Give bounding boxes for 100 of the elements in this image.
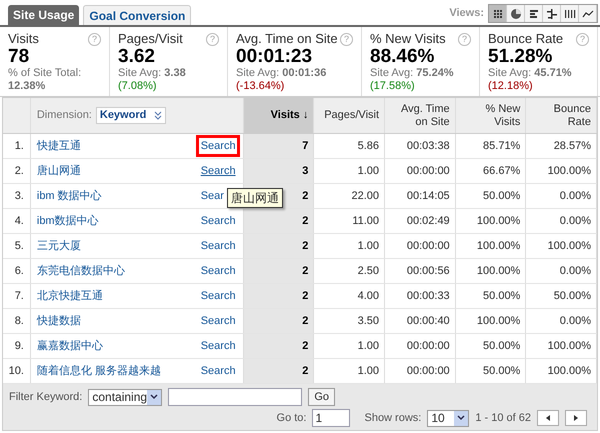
keyword-link[interactable]: 北京快捷互通	[36, 288, 103, 304]
left-triangle-icon	[546, 415, 550, 421]
row-number: 5.	[3, 234, 31, 258]
table-cell: 50.00%	[526, 284, 597, 308]
metric-average: Site Avg: 75.24%	[370, 67, 455, 80]
table-cell: 00:00:00	[385, 359, 456, 383]
table-cell: 2	[244, 284, 314, 308]
search-link[interactable]: Search	[198, 138, 237, 154]
view-button[interactable]	[543, 5, 561, 22]
view-button[interactable]	[525, 5, 543, 22]
table-cell: 0.00%	[526, 209, 597, 233]
keyword-link[interactable]: 唐山网通	[36, 162, 81, 180]
table-cell: 1.00	[314, 234, 386, 258]
view-button[interactable]	[507, 5, 525, 22]
table-cell: 00:02:49	[385, 209, 456, 233]
rows-select[interactable]: 10	[427, 410, 470, 426]
metric-value: 88.46%	[370, 47, 436, 67]
table-cell: 50.00%	[456, 334, 526, 358]
tooltip: 唐山网通	[227, 188, 283, 208]
metric-average: Site Avg: 00:01:36	[236, 67, 328, 80]
table-cell: 1.00	[314, 334, 386, 358]
column-header[interactable]: Pages/Visit	[314, 98, 386, 133]
column-header[interactable]: % New Visits	[456, 98, 526, 133]
search-link[interactable]: Search	[198, 212, 237, 230]
search-link[interactable]: Search	[198, 288, 237, 304]
table-cell: 11.00	[314, 209, 386, 233]
keyword-link[interactable]: 三元大厦	[36, 238, 81, 254]
filter-input[interactable]	[168, 388, 302, 406]
table-cell: 00:14:05	[385, 184, 456, 208]
row-number: 8.	[3, 309, 31, 333]
table-cell: 00:00:40	[385, 309, 456, 333]
table-cell: 100.00%	[456, 259, 526, 283]
table-cell: 2	[244, 259, 314, 283]
line-chart-icon	[582, 8, 594, 20]
bar-chart-icon	[528, 8, 540, 20]
metric-change: (12.18%)	[488, 80, 534, 93]
row-number: 4.	[3, 209, 31, 233]
keyword-link[interactable]: ibm 数据中心	[36, 188, 102, 204]
table-cell: 2	[244, 359, 314, 383]
metric-value: 78	[8, 47, 30, 67]
search-link[interactable]: Search	[198, 262, 237, 280]
previous-page-button[interactable]	[537, 410, 559, 426]
table-cell: 00:00:33	[385, 284, 456, 308]
table-cell: 00:00:00	[385, 334, 456, 358]
table-cell: 5.86	[314, 134, 386, 158]
search-link[interactable]: Search	[198, 312, 237, 330]
table-cell: 00:03:38	[385, 134, 456, 158]
column-header[interactable]: Visits ↓	[244, 98, 314, 133]
filter-mode-select[interactable]: containing	[88, 388, 162, 406]
row-number: 2.	[3, 159, 31, 183]
table-cell: 2	[244, 209, 314, 233]
table-cell: 0.00%	[526, 184, 597, 208]
keyword-link[interactable]: ibm数据中心	[36, 212, 99, 230]
keyword-link[interactable]: 随着信息化 服务器越来越	[36, 362, 161, 380]
keyword-link[interactable]: 快捷数据	[36, 312, 81, 330]
tab[interactable]: Goal Conversion	[83, 5, 192, 25]
keyword-link[interactable]: 东莞电信数据中心	[36, 262, 125, 280]
search-link[interactable]: Search	[198, 238, 237, 254]
view-button[interactable]	[579, 5, 597, 22]
tab[interactable]: Site Usage	[8, 5, 80, 25]
table-cell: 0.00%	[526, 309, 597, 333]
table-cell: 100.00%	[526, 234, 597, 258]
go-button[interactable]: Go	[308, 388, 336, 406]
table-cell: 66.67%	[456, 159, 526, 183]
metric-change: (7.08%)	[118, 80, 158, 93]
metric-label: Avg. Time on Site	[236, 31, 338, 47]
table-cell: 2	[244, 309, 314, 333]
right-triangle-icon	[574, 415, 578, 421]
table-cell: 0.00%	[526, 259, 597, 283]
keyword-link[interactable]: 赢嘉数据中心	[36, 338, 103, 354]
search-link[interactable]: Search	[198, 362, 237, 380]
column-header[interactable]: Avg. Time on Site	[385, 98, 456, 133]
keyword-link[interactable]: 快捷互通	[36, 138, 81, 154]
search-link[interactable]: Search	[198, 162, 237, 180]
metric-value: 51.28%	[488, 47, 554, 67]
table-cell: 100.00%	[526, 159, 597, 183]
table-cell: 100.00%	[456, 234, 526, 258]
table-cell: 28.57%	[526, 134, 597, 158]
metric-average: Site Avg: 45.71%	[488, 67, 573, 80]
column-header[interactable]: Bounce Rate	[526, 98, 597, 133]
table-cell: 00:00:56	[385, 259, 456, 283]
show-rows-label: Show rows:	[364, 410, 422, 426]
dimension-label: Dimension:	[36, 108, 92, 124]
goto-input[interactable]: 1	[312, 409, 350, 427]
row-number: 3.	[3, 184, 31, 208]
grid-icon	[492, 8, 504, 20]
search-link[interactable]: Search	[198, 338, 237, 354]
table-cell: 100.00%	[456, 209, 526, 233]
metric-label: Pages/Visit	[118, 31, 183, 47]
dimension-dropdown[interactable]: Keyword	[96, 107, 166, 124]
table-cell: 100.00%	[526, 334, 597, 358]
metric-label: % New Visits	[370, 31, 446, 47]
next-page-button[interactable]	[565, 410, 587, 426]
table-cell: 00:00:00	[385, 159, 456, 183]
table-cell: 1.00	[314, 359, 386, 383]
table-cell: 2	[244, 334, 314, 358]
view-button[interactable]	[561, 5, 579, 22]
view-button[interactable]	[489, 5, 507, 22]
chevron-icon	[154, 111, 162, 120]
metric-average: % of Site Total:	[8, 67, 82, 80]
